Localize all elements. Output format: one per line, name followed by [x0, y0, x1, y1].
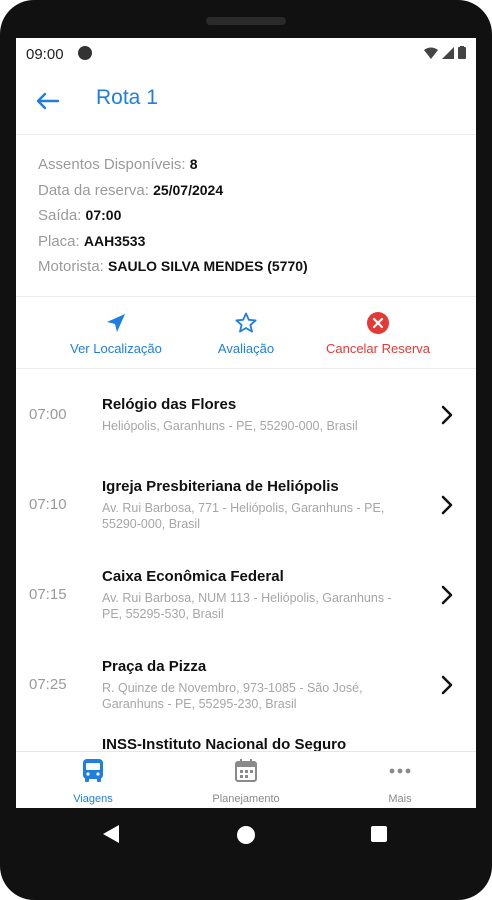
app-notification-icon — [78, 46, 92, 60]
list-item[interactable]: 07:10 Igreja Presbiteriana de Heliópolis… — [16, 478, 476, 568]
seats-value: 8 — [189, 156, 198, 172]
nav-label-planejamento: Planejamento — [212, 793, 280, 805]
signal-icon — [442, 46, 454, 59]
status-time: 09:00 — [26, 46, 64, 63]
nav-tab-planejamento[interactable]: Planejamento — [186, 758, 306, 805]
stop-name: Praça da Pizza — [102, 658, 207, 675]
info-driver: Motorista: SAULO SILVA MENDES (5770) — [38, 254, 308, 280]
phone-speaker — [206, 17, 286, 25]
list-item[interactable]: 07:00 Relógio das Flores Heliópolis, Gar… — [16, 396, 476, 486]
nav-tab-viagens[interactable]: Viagens — [33, 758, 153, 805]
stop-name: Caixa Econômica Federal — [102, 568, 284, 585]
view-location-button[interactable]: Ver Localização — [41, 310, 191, 356]
stop-address: Av. Rui Barbosa, 771 - Heliópolis, Garan… — [102, 501, 385, 531]
nav-label-mais: Mais — [388, 793, 412, 805]
info-departure: Saída: 07:00 — [38, 203, 308, 229]
stop-address: Heliópolis, Garanhuns - PE, 55290-000, B… — [102, 419, 358, 433]
phone-frame: 09:00 Rota 1 Assentos Disponíveis: 8 Dat… — [0, 0, 492, 900]
divider — [16, 134, 476, 135]
app-bar: Rota 1 — [16, 80, 476, 124]
list-item[interactable]: 07:25 Praça da Pizza R. Quinze de Novemb… — [16, 658, 476, 748]
driver-value: SAULO SILVA MENDES (5770) — [108, 258, 308, 274]
info-date: Data da reserva: 25/07/2024 — [38, 178, 308, 204]
system-back-icon[interactable] — [102, 824, 120, 844]
page-title: Rota 1 — [96, 86, 158, 109]
app-screen: 09:00 Rota 1 Assentos Disponíveis: 8 Dat… — [16, 38, 476, 808]
list-item[interactable]: 07:15 Caixa Econômica Federal Av. Rui Ba… — [16, 568, 476, 658]
wifi-icon — [424, 47, 438, 59]
rating-label: Avaliação — [217, 341, 275, 356]
stop-name: Igreja Presbiteriana de Heliópolis — [102, 478, 339, 495]
stop-time: 07:15 — [29, 586, 67, 603]
nav-tab-mais[interactable]: Mais — [340, 758, 460, 805]
chevron-right-icon — [441, 495, 453, 515]
nav-label-viagens: Viagens — [73, 793, 113, 805]
divider — [16, 296, 476, 297]
stop-address: Av. Rui Barbosa, NUM 113 - Heliópolis, G… — [102, 591, 392, 621]
calendar-icon — [235, 759, 257, 782]
system-recents-icon[interactable] — [370, 825, 388, 843]
info-plate: Placa: AAH3533 — [38, 229, 308, 255]
system-home-icon[interactable] — [236, 825, 256, 845]
plate-label: Placa: — [38, 232, 80, 250]
seats-label: Assentos Disponíveis: — [38, 156, 186, 173]
rating-button[interactable]: Avaliação — [171, 310, 321, 356]
bus-icon — [83, 759, 103, 782]
stops-list: 07:00 Relógio das Flores Heliópolis, Gar… — [16, 368, 476, 751]
back-arrow-icon[interactable] — [32, 86, 62, 116]
departure-label: Saída: — [38, 207, 82, 224]
info-seats: Assentos Disponíveis: 8 — [38, 152, 308, 178]
system-navigation-bar — [0, 808, 492, 860]
stop-time: 07:00 — [29, 406, 67, 423]
chevron-right-icon — [441, 585, 453, 605]
stop-name: INSS-Instituto Nacional do Seguro — [102, 736, 347, 751]
driver-label: Motorista: — [38, 258, 104, 275]
date-label: Data da reserva: — [38, 181, 149, 199]
cancel-circle-icon — [367, 312, 389, 334]
chevron-right-icon — [441, 405, 453, 425]
chevron-right-icon — [441, 675, 453, 695]
date-value: 25/07/2024 — [153, 181, 224, 198]
bottom-navigation: Viagens Planejamento Mais — [16, 751, 476, 808]
stop-address: R. Quinze de Novembro, 973-1085 - São Jo… — [102, 681, 363, 711]
departure-value: 07:00 — [85, 207, 122, 223]
view-location-label: Ver Localização — [70, 341, 162, 356]
list-item[interactable]: INSS-Instituto Nacional do Seguro — [16, 736, 476, 751]
action-bar: Ver Localização Avaliação Cancelar Reser… — [16, 310, 476, 366]
star-outline-icon — [235, 312, 257, 333]
battery-icon — [458, 46, 466, 59]
trip-info: Assentos Disponíveis: 8 Data da reserva:… — [38, 152, 308, 280]
navigation-arrow-icon — [107, 314, 125, 332]
stop-time: 07:10 — [29, 496, 67, 513]
status-icons — [424, 46, 466, 59]
stop-time: 07:25 — [29, 676, 67, 693]
plate-value: AAH3533 — [83, 232, 146, 249]
cancel-reservation-button[interactable]: Cancelar Reserva — [303, 310, 453, 356]
stop-name: Relógio das Flores — [102, 396, 237, 413]
more-dots-icon — [389, 768, 411, 774]
status-bar: 09:00 — [16, 38, 476, 70]
cancel-reservation-label: Cancelar Reserva — [325, 341, 431, 356]
